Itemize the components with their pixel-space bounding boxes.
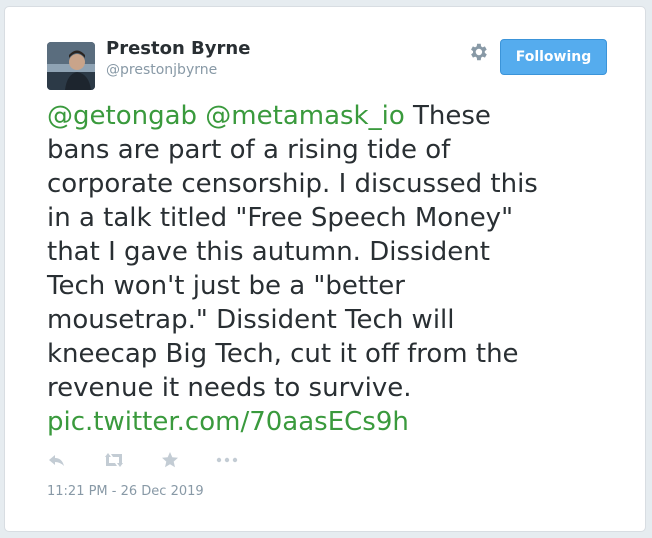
user-handle[interactable]: @prestonjbyrne (106, 62, 217, 78)
tweet-line: bans are part of a rising tide of (47, 133, 607, 167)
tweet-line: pic.twitter.com/70aasECs9h (47, 405, 607, 439)
tweet-line: that I gave this autumn. Dissident (47, 235, 607, 269)
tweet-text-segment: in a talk titled "Free Speech Money" (47, 203, 514, 233)
tweet-text-segment: These (404, 101, 491, 131)
media-link[interactable]: pic.twitter.com/70aasECs9h (47, 407, 409, 437)
gear-icon[interactable] (467, 41, 489, 63)
favorite-icon[interactable] (160, 450, 180, 470)
retweet-icon[interactable] (103, 450, 123, 470)
tweet-line: corporate censorship. I discussed this (47, 167, 607, 201)
tweet-line: @getongab @metamask_io These (47, 99, 607, 133)
mention-link[interactable]: @metamask_io (205, 101, 404, 131)
tweet-text-segment: mousetrap." Dissident Tech will (47, 305, 455, 335)
tweet-actions (47, 450, 267, 470)
tweet-text-segment: revenue it needs to survive. (47, 373, 412, 403)
more-icon[interactable] (215, 450, 239, 470)
avatar[interactable] (47, 42, 95, 90)
tweet-line: in a talk titled "Free Speech Money" (47, 201, 607, 235)
tweet-text-segment: kneecap Big Tech, cut it off from the (47, 339, 519, 369)
tweet-line: Tech won't just be a "better (47, 269, 607, 303)
tweet-text-segment: bans are part of a rising tide of (47, 135, 451, 165)
user-name[interactable]: Preston Byrne (106, 38, 250, 59)
tweet-line: mousetrap." Dissident Tech will (47, 303, 607, 337)
mention-link[interactable]: @getongab (47, 101, 197, 131)
tweet-line: revenue it needs to survive. (47, 371, 607, 405)
following-button[interactable]: Following (500, 39, 607, 75)
tweet-text-segment: corporate censorship. I discussed this (47, 169, 538, 199)
tweet-text: @getongab @metamask_io These bans are par… (47, 99, 607, 439)
tweet-text-segment: Tech won't just be a "better (47, 271, 405, 301)
reply-icon[interactable] (47, 450, 67, 470)
tweet-line: kneecap Big Tech, cut it off from the (47, 337, 607, 371)
timestamp[interactable]: 11:21 PM - 26 Dec 2019 (47, 484, 204, 499)
tweet-text-segment: that I gave this autumn. Dissident (47, 237, 490, 267)
tweet-card: Preston Byrne @prestonjbyrne Following @… (4, 6, 646, 532)
